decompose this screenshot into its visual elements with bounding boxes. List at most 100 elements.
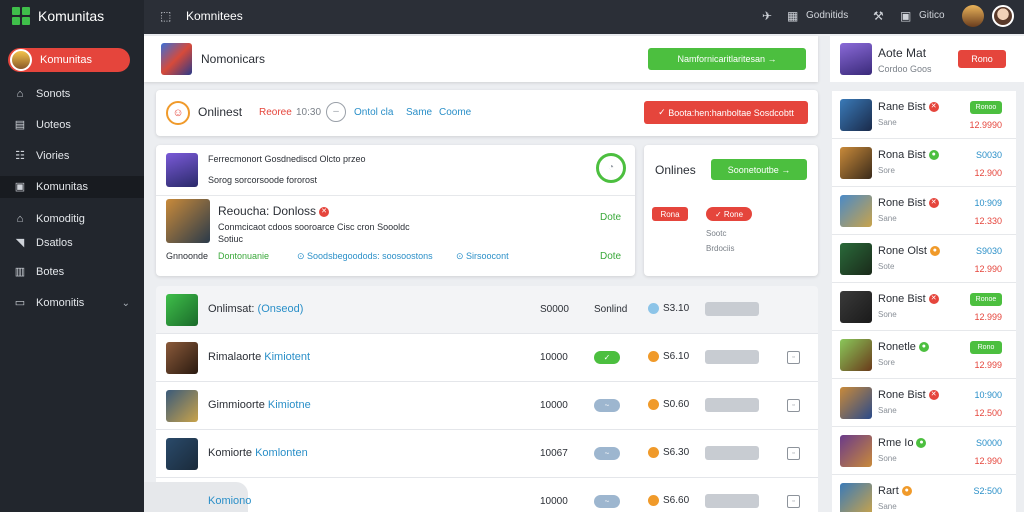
list-item[interactable]: Rart ● Sane S2:500 xyxy=(832,475,1016,512)
feature-desc: Conmcicaot cdoos sooroarce Cisc cron Soo… xyxy=(218,222,410,232)
pin-icon[interactable]: ✈ xyxy=(762,9,772,23)
table-header-name: Onlimsat: (Onseod) xyxy=(208,303,303,315)
list-item[interactable]: Rone Bist ✕ Sane 10:909 12.330 xyxy=(832,187,1016,235)
status-link-c[interactable]: Coome xyxy=(439,107,471,118)
row-coin: S6.60 xyxy=(648,495,689,506)
item-sub: Sane xyxy=(878,502,897,511)
row-num: 10067 xyxy=(540,448,568,459)
tag-icon: ◥ xyxy=(15,237,25,249)
feature-top-text: Ferrecmonort Gosdnediscd Olcto przeo xyxy=(208,154,366,164)
sidebar-item-4[interactable]: ▣ Komunitas xyxy=(0,176,144,198)
row-badge[interactable] xyxy=(705,446,759,460)
item-pill[interactable]: Ronoo xyxy=(970,101,1002,114)
right-panel-title: Aote Mat xyxy=(878,46,927,60)
feature-footer-b[interactable]: Dontonuanie xyxy=(218,251,269,261)
sidebar-item-5[interactable]: ⌂ Komoditig xyxy=(0,208,144,230)
game-thumbnail[interactable] xyxy=(161,43,192,75)
item-pill[interactable]: Ronoe xyxy=(970,293,1002,306)
button-label: Namfornicaritlaritesan xyxy=(677,54,765,64)
header-tag-text: (Onseod) xyxy=(257,303,304,315)
list-item[interactable]: Rane Bist ✕ Sane Ronoo 12.9990 xyxy=(832,91,1016,139)
table-row[interactable]: Komiorte Komlonten 10067 ~ S6.30 ▫ xyxy=(156,430,818,478)
status-action-button[interactable]: ✓ Boota:hen:hanboltae Sosdcobtt xyxy=(644,101,808,124)
table-row[interactable]: Gimmioorte Kimiotne 10000 ~ S0.60 ▫ xyxy=(156,382,818,430)
row-checkbox[interactable]: ▫ xyxy=(787,495,800,508)
row-status-pill[interactable]: ✓ xyxy=(594,351,620,364)
header-card: Nomonicars Namfornicaritlaritesan → xyxy=(144,36,818,82)
sidebar-item-3[interactable]: ☷ Viories xyxy=(0,145,144,167)
item-thumbnail xyxy=(840,243,872,275)
item-sub: Sore xyxy=(878,166,895,175)
list-item[interactable]: Rona Bist ● Sore S0030 12.900 xyxy=(832,139,1016,187)
button-label: Boota:hen:hanboltae Sosdcobtt xyxy=(668,107,794,118)
calendar-icon[interactable]: ▣ xyxy=(900,9,911,23)
list-item[interactable]: Rone Bist ✕ Sone Ronoe 12.999 xyxy=(832,283,1016,331)
item-pill[interactable]: Rono xyxy=(970,341,1002,354)
feature-title: Reoucha: Donloss ✕ xyxy=(218,204,330,218)
row-status-pill[interactable]: ~ xyxy=(594,447,620,460)
row-checkbox[interactable]: ▫ xyxy=(787,351,800,364)
red-badge-b[interactable]: ✓ Rone xyxy=(706,207,752,221)
table-row[interactable]: Rimalaorte Kimiotent 10000 ✓ S6.10 ▫ xyxy=(156,334,818,382)
list-item[interactable]: Rone Olst ● Sote S9030 12.990 xyxy=(832,235,1016,283)
topbar-label-a[interactable]: Godnitids xyxy=(806,10,848,21)
status-card: ☺ Onlinest Reoree 10:30 – Ontol cla Same… xyxy=(156,90,818,136)
list-item[interactable]: Rme Io ● Sone S0000 12.990 xyxy=(832,427,1016,475)
sidebar-item-2[interactable]: ▤ Uoteos xyxy=(0,114,144,136)
grid-icon[interactable]: ▦ xyxy=(787,9,798,23)
sidebar-item-8[interactable]: ▭ Komonitis ⌄ xyxy=(0,292,144,314)
topbar-label-b[interactable]: Gitico xyxy=(919,10,945,21)
row-name-a: Gimmioorte xyxy=(208,399,265,411)
sidebar-item-1[interactable]: ⌂ Sonots xyxy=(0,83,144,105)
coin-icon xyxy=(648,303,659,314)
feature-footer-c[interactable]: ⊙ Soodsbegoodods: soosoostons xyxy=(297,251,433,262)
progress-ring-icon: ◔ xyxy=(596,153,626,183)
item-name: Rone Olst ● xyxy=(878,245,940,257)
item-thumbnail xyxy=(840,483,872,512)
table-row[interactable]: Komiono 10000 ~ S6.60 ▫ xyxy=(144,478,818,512)
list-item[interactable]: Ronetle ● Sore Rono 12.999 xyxy=(832,331,1016,379)
sidebar-item-label: Uoteos xyxy=(36,119,71,131)
online-card: Onlines Soonetoutbe → Rona ✓ Rone Sootc … xyxy=(644,145,818,276)
crop-icon[interactable]: ⬚ xyxy=(160,9,171,23)
row-name: Gimmioorte Kimiotne xyxy=(208,399,311,411)
online-action-button[interactable]: Soonetoutbe → xyxy=(711,159,807,180)
profile-button[interactable]: Komunitas xyxy=(8,48,130,72)
row-checkbox[interactable]: ▫ xyxy=(787,447,800,460)
status-dot-icon: ● xyxy=(929,246,940,257)
row-thumbnail xyxy=(166,342,198,374)
status-link-b[interactable]: Same xyxy=(406,107,432,118)
feature-footer-d[interactable]: ⊙ Sirsoocont xyxy=(456,251,509,262)
sidebar-item-7[interactable]: ▥ Botes xyxy=(0,261,144,283)
row-checkbox[interactable]: ▫ xyxy=(787,399,800,412)
row-status-pill[interactable]: ~ xyxy=(594,495,620,508)
list-item[interactable]: Rone Bist ✕ Sane 10:900 12.500 xyxy=(832,379,1016,427)
item-sub: Sone xyxy=(878,310,897,319)
sidebar-item-6[interactable]: ◥ Dsatlos xyxy=(0,232,144,254)
close-icon[interactable]: ✕ xyxy=(319,206,330,217)
row-status-pill[interactable]: ~ xyxy=(594,399,620,412)
tool-icon[interactable]: ⚒ xyxy=(873,9,884,23)
brand[interactable]: Komunitas xyxy=(12,6,104,26)
row-coin: S6.30 xyxy=(648,447,689,458)
status-link-a[interactable]: Ontol cla xyxy=(354,107,393,118)
account-avatar[interactable] xyxy=(992,5,1014,27)
feature-right-b: Dote xyxy=(600,251,622,262)
minus-icon[interactable]: – xyxy=(326,102,346,122)
coin-text: S6.60 xyxy=(663,495,690,507)
row-badge[interactable] xyxy=(705,350,759,364)
item-value-b: 12.990 xyxy=(974,264,1002,274)
chat-icon: ▭ xyxy=(14,297,26,309)
game-thumbnail[interactable] xyxy=(166,153,198,187)
header-action-button[interactable]: Namfornicaritlaritesan → xyxy=(648,48,806,70)
row-badge[interactable] xyxy=(705,398,759,412)
red-badge-a[interactable]: Rona xyxy=(652,207,688,221)
game-thumbnail[interactable] xyxy=(840,43,872,75)
right-panel-button[interactable]: Rono xyxy=(958,50,1006,68)
game-thumbnail[interactable] xyxy=(166,199,210,243)
item-sub: Sote xyxy=(878,262,895,271)
coin-text: S0.60 xyxy=(663,399,690,411)
row-badge[interactable] xyxy=(705,494,759,508)
table-header-coin: S3.10 xyxy=(648,303,689,314)
user-avatar-icon[interactable] xyxy=(962,5,984,27)
